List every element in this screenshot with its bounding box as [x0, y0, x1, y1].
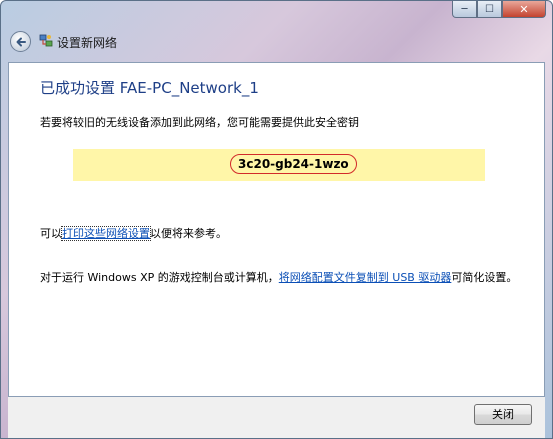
content-area: 已成功设置 FAE-PC_Network_1 若要将较旧的无线设备添加到此网络，…: [8, 62, 545, 397]
minimize-icon: ─: [461, 3, 468, 15]
print-prefix: 可以: [40, 227, 62, 240]
back-button[interactable]: [10, 31, 31, 52]
security-key-value: 3c20-gb24-1wzo: [230, 154, 357, 174]
window-title: 设置新网络: [57, 36, 118, 50]
caption-buttons: ─ ☐ ✕: [452, 1, 546, 18]
copy-to-usb-link[interactable]: 将网络配置文件复制到 USB 驱动器: [279, 271, 452, 284]
usb-suffix: 可简化设置。: [451, 271, 518, 284]
close-window-button[interactable]: ✕: [502, 1, 546, 18]
security-key-panel: 3c20-gb24-1wzo: [73, 149, 485, 181]
wizard-nav-bar: 设置新网络: [1, 23, 552, 61]
maximize-button[interactable]: ☐: [477, 1, 502, 18]
setup-network-window: ─ ☐ ✕ 设置新网络 已成功设置 FAE-PC_Network_1 若要将较旧…: [0, 0, 553, 439]
close-icon: ✕: [519, 2, 529, 16]
back-arrow-icon: [16, 37, 26, 46]
minimize-button[interactable]: ─: [452, 1, 477, 18]
network-icon: [39, 34, 53, 47]
maximize-icon: ☐: [485, 3, 494, 15]
page-heading: 已成功设置 FAE-PC_Network_1: [40, 79, 259, 97]
title-bar: ─ ☐ ✕: [1, 1, 552, 23]
usb-prefix: 对于运行 Windows XP 的游戏控制台或计算机，: [40, 271, 279, 284]
print-suffix: 以便将来参考。: [150, 227, 227, 240]
print-settings-line: 可以打印这些网络设置以便将来参考。: [40, 225, 227, 241]
close-button[interactable]: 关闭: [474, 404, 532, 425]
usb-copy-line: 对于运行 Windows XP 的游戏控制台或计算机，将网络配置文件复制到 US…: [40, 269, 517, 285]
print-settings-link[interactable]: 打印这些网络设置: [61, 226, 151, 241]
footer-bar: 关闭: [8, 397, 545, 438]
description-text: 若要将较旧的无线设备添加到此网络，您可能需要提供此安全密钥: [40, 116, 359, 129]
